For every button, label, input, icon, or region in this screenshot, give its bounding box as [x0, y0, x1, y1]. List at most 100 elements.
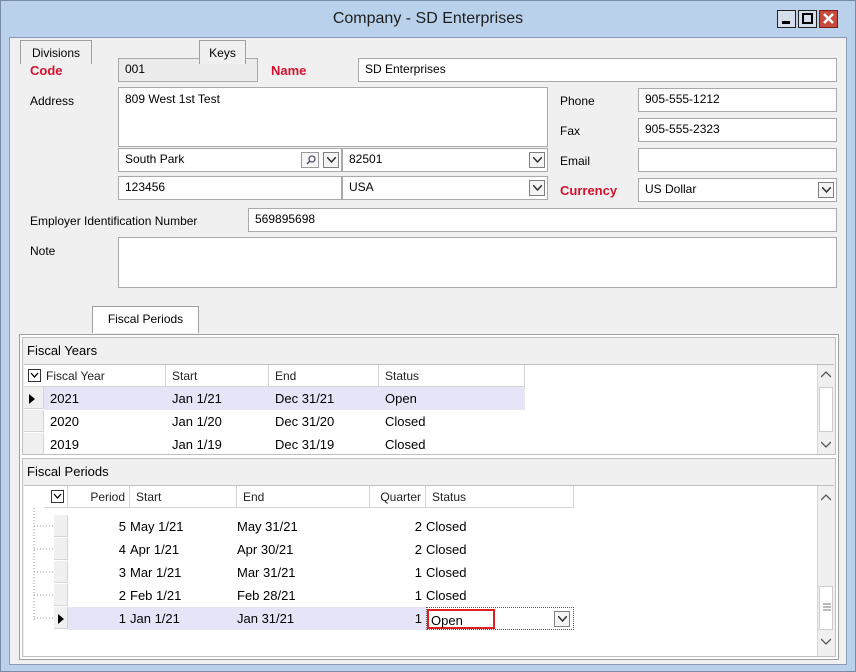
- row-selector[interactable]: [24, 433, 44, 454]
- table-row[interactable]: 3 Mar 1/21 Mar 31/21 1 Closed: [68, 561, 574, 584]
- column-header-end[interactable]: End: [237, 486, 370, 508]
- end-cell: Dec 31/20: [275, 414, 335, 429]
- tab-keys[interactable]: Keys: [199, 40, 246, 64]
- fiscal-year-cell: 2021: [50, 391, 79, 406]
- row-selector[interactable]: [54, 561, 68, 583]
- name-field[interactable]: SD Enterprises: [358, 58, 837, 82]
- fiscal-periods-grid: Period Start End Quarter Status 5 May 1/…: [24, 485, 834, 656]
- name-label: Name: [271, 63, 307, 78]
- fiscal-years-group: Fiscal Years Fiscal Year Start End Statu…: [22, 337, 836, 455]
- scroll-up-icon: [821, 494, 831, 501]
- row-selector[interactable]: [54, 584, 68, 606]
- status-cell: Closed: [426, 542, 467, 557]
- tab-fiscal-periods[interactable]: Fiscal Periods: [92, 306, 199, 333]
- start-cell: Mar 1/21: [130, 565, 182, 580]
- grip-icon: [823, 603, 831, 611]
- minimize-button[interactable]: [777, 10, 796, 28]
- fiscal-year-cell: 2019: [50, 437, 79, 452]
- fiscal-years-scrollbar[interactable]: [817, 365, 834, 454]
- city-field[interactable]: South Park: [118, 148, 342, 172]
- table-row[interactable]: 2 Feb 1/21 Feb 28/21 1 Closed: [68, 584, 574, 607]
- period-cell: 5: [118, 519, 126, 534]
- table-row[interactable]: 2020 Jan 1/20 Dec 31/20 Closed: [44, 410, 525, 433]
- start-cell: Jan 1/21: [130, 611, 180, 626]
- email-field[interactable]: [638, 148, 837, 172]
- fiscal-periods-scrollbar[interactable]: [817, 486, 834, 656]
- address-field[interactable]: 809 West 1st Test: [118, 87, 548, 147]
- chevron-down-icon: [822, 187, 831, 193]
- email-label: Email: [560, 154, 591, 168]
- column-header-start[interactable]: Start: [166, 365, 269, 387]
- column-header-quarter[interactable]: Quarter: [370, 486, 426, 508]
- column-chooser-header[interactable]: [44, 486, 68, 508]
- currency-label: Currency: [560, 183, 618, 198]
- currency-dropdown-button[interactable]: [818, 182, 834, 198]
- scroll-down-icon: [821, 638, 831, 645]
- column-chooser-button[interactable]: [51, 490, 64, 503]
- address-label: Address: [30, 94, 75, 108]
- status-cell: Closed: [385, 414, 426, 429]
- city-dropdown-button[interactable]: [323, 152, 339, 168]
- column-header-status[interactable]: Status: [426, 486, 574, 508]
- fiscal-periods-title: Fiscal Periods: [27, 464, 109, 479]
- start-cell: Feb 1/21: [130, 588, 182, 603]
- row-selector[interactable]: [54, 538, 68, 560]
- note-label: Note: [30, 244, 56, 258]
- note-field[interactable]: [118, 237, 837, 288]
- postal-value: 82501: [349, 152, 383, 166]
- company-form: Code 001 Name SD Enterprises Address 809…: [9, 37, 847, 665]
- zip-field[interactable]: 123456: [118, 176, 342, 200]
- postal-field[interactable]: 82501: [342, 148, 548, 172]
- window: Company - SD Enterprises Code 001 Name S…: [0, 0, 856, 672]
- column-header-end[interactable]: End: [269, 365, 379, 387]
- maximize-button[interactable]: [798, 10, 817, 28]
- table-row[interactable]: 4 Apr 1/21 Apr 30/21 2 Closed: [68, 538, 574, 561]
- column-header-label: Fiscal Year: [46, 369, 105, 383]
- column-header-fiscal-year[interactable]: Fiscal Year: [24, 365, 166, 387]
- table-row[interactable]: 1 Jan 1/21 Jan 31/21 1 Open: [68, 607, 574, 630]
- column-header-start[interactable]: Start: [130, 486, 237, 508]
- column-header-status[interactable]: Status: [379, 365, 525, 387]
- city-value: South Park: [125, 152, 185, 166]
- row-selector[interactable]: [54, 515, 68, 537]
- country-field[interactable]: USA: [342, 176, 548, 200]
- window-title: Company - SD Enterprises: [332, 10, 524, 27]
- column-header-period[interactable]: Period: [68, 486, 130, 508]
- start-cell: Jan 1/20: [172, 414, 222, 429]
- row-selector[interactable]: [54, 607, 68, 629]
- phone-field[interactable]: 905-555-1212: [638, 88, 837, 112]
- row-selector[interactable]: [24, 387, 44, 409]
- country-dropdown-button[interactable]: [529, 180, 545, 196]
- fiscal-year-cell: 2020: [50, 414, 79, 429]
- status-edit-value[interactable]: Open: [427, 609, 495, 629]
- scroll-thumb[interactable]: [819, 586, 833, 630]
- status-editor[interactable]: Open: [426, 607, 574, 630]
- fiscal-years-grid: Fiscal Year Start End Status 2021 Jan 1/…: [24, 364, 834, 454]
- period-cell: 3: [118, 565, 126, 580]
- table-row[interactable]: 2019 Jan 1/19 Dec 31/19 Closed: [44, 433, 525, 454]
- ein-field[interactable]: 569895698: [248, 208, 837, 232]
- row-selector[interactable]: [24, 410, 44, 432]
- fax-field[interactable]: 905-555-2323: [638, 118, 837, 142]
- postal-dropdown-button[interactable]: [529, 152, 545, 168]
- table-row[interactable]: 5 May 1/21 May 31/21 2 Closed: [68, 515, 574, 538]
- scroll-up-icon: [821, 371, 831, 378]
- chevron-down-icon: [533, 157, 542, 163]
- close-button[interactable]: [819, 10, 838, 28]
- chevron-down-icon: [533, 185, 542, 191]
- current-row-indicator-icon: [29, 394, 35, 404]
- tab-divisions[interactable]: Divisions: [20, 40, 92, 64]
- currency-select[interactable]: US Dollar: [638, 178, 837, 202]
- start-cell: Jan 1/19: [172, 437, 222, 452]
- column-chooser-button[interactable]: [28, 369, 41, 382]
- magnifier-icon: [306, 155, 316, 165]
- end-cell: Dec 31/19: [275, 437, 335, 452]
- country-value: USA: [349, 180, 374, 194]
- table-row[interactable]: 2021 Jan 1/21 Dec 31/21 Open: [44, 387, 525, 410]
- quarter-cell: 1: [414, 588, 422, 603]
- scroll-thumb[interactable]: [819, 387, 833, 432]
- lookup-button[interactable]: [301, 152, 319, 168]
- title-bar[interactable]: Company - SD Enterprises: [1, 1, 855, 37]
- chevron-down-icon: [30, 372, 39, 378]
- status-dropdown-button[interactable]: [554, 611, 570, 627]
